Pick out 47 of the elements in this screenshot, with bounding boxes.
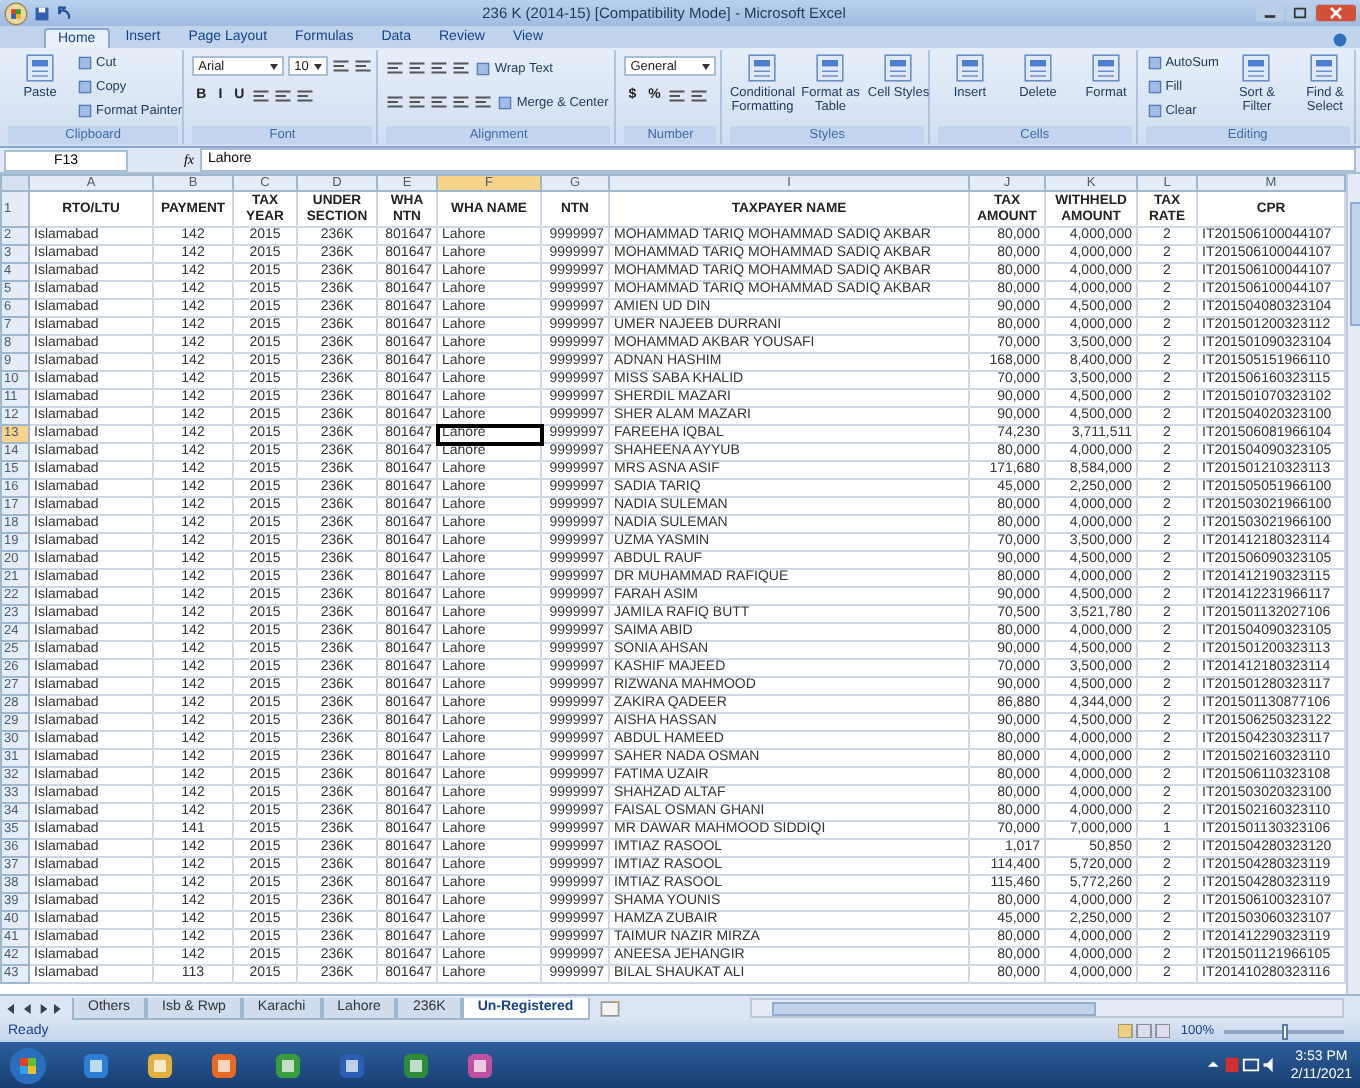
tool-icon bbox=[498, 95, 513, 109]
sheet-icon bbox=[882, 52, 915, 84]
lines-icon[interactable] bbox=[668, 88, 687, 104]
app-icon[interactable] bbox=[208, 1049, 240, 1081]
lines-icon[interactable] bbox=[296, 88, 315, 104]
lines-icon[interactable] bbox=[354, 58, 373, 74]
lines-icon[interactable] bbox=[386, 60, 405, 76]
lines-icon[interactable] bbox=[474, 94, 493, 110]
lines-icon[interactable] bbox=[386, 94, 405, 110]
lines-icon[interactable] bbox=[430, 94, 449, 110]
lines-icon[interactable] bbox=[690, 88, 709, 104]
lines-icon[interactable] bbox=[274, 88, 293, 104]
maximize-icon[interactable] bbox=[1286, 4, 1314, 22]
minimize-icon[interactable] bbox=[1256, 4, 1284, 22]
sheet-icon bbox=[746, 52, 779, 84]
close-icon[interactable] bbox=[1316, 4, 1356, 22]
lines-icon[interactable] bbox=[430, 60, 449, 76]
sheet-icon bbox=[1089, 52, 1122, 84]
app-icon[interactable] bbox=[272, 1049, 304, 1081]
app-icon[interactable] bbox=[80, 1049, 112, 1081]
app-icon[interactable] bbox=[336, 1049, 368, 1081]
office-logo-icon[interactable] bbox=[4, 1, 28, 25]
horizontal-scrollbar[interactable] bbox=[749, 998, 1344, 1018]
lines-icon[interactable] bbox=[408, 60, 427, 76]
sheet-icon bbox=[814, 52, 847, 84]
view-icon[interactable] bbox=[1118, 1024, 1171, 1038]
app-icon[interactable] bbox=[400, 1049, 432, 1081]
sheet-icon bbox=[1240, 52, 1273, 84]
sheet-icon bbox=[24, 52, 56, 84]
sheet-icon bbox=[1308, 52, 1341, 84]
app-icon[interactable] bbox=[464, 1049, 496, 1081]
lines-icon[interactable] bbox=[452, 60, 471, 76]
lines-icon[interactable] bbox=[332, 58, 351, 74]
sheet-nav-icon[interactable] bbox=[4, 1001, 64, 1015]
new-sheet-icon[interactable] bbox=[597, 999, 622, 1017]
lines-icon[interactable] bbox=[452, 94, 471, 110]
vertical-scrollbar[interactable] bbox=[1346, 174, 1360, 994]
lines-icon[interactable] bbox=[408, 94, 427, 110]
sheet-icon bbox=[953, 52, 986, 84]
undo-icon[interactable] bbox=[56, 5, 72, 21]
start-icon[interactable] bbox=[8, 1045, 48, 1085]
tray-icons[interactable] bbox=[1206, 1056, 1279, 1074]
save-icon[interactable] bbox=[34, 5, 50, 21]
sheet-icon bbox=[1021, 52, 1054, 84]
lines-icon[interactable] bbox=[252, 88, 271, 104]
tool-icon bbox=[476, 61, 491, 75]
app-icon[interactable] bbox=[144, 1049, 176, 1081]
